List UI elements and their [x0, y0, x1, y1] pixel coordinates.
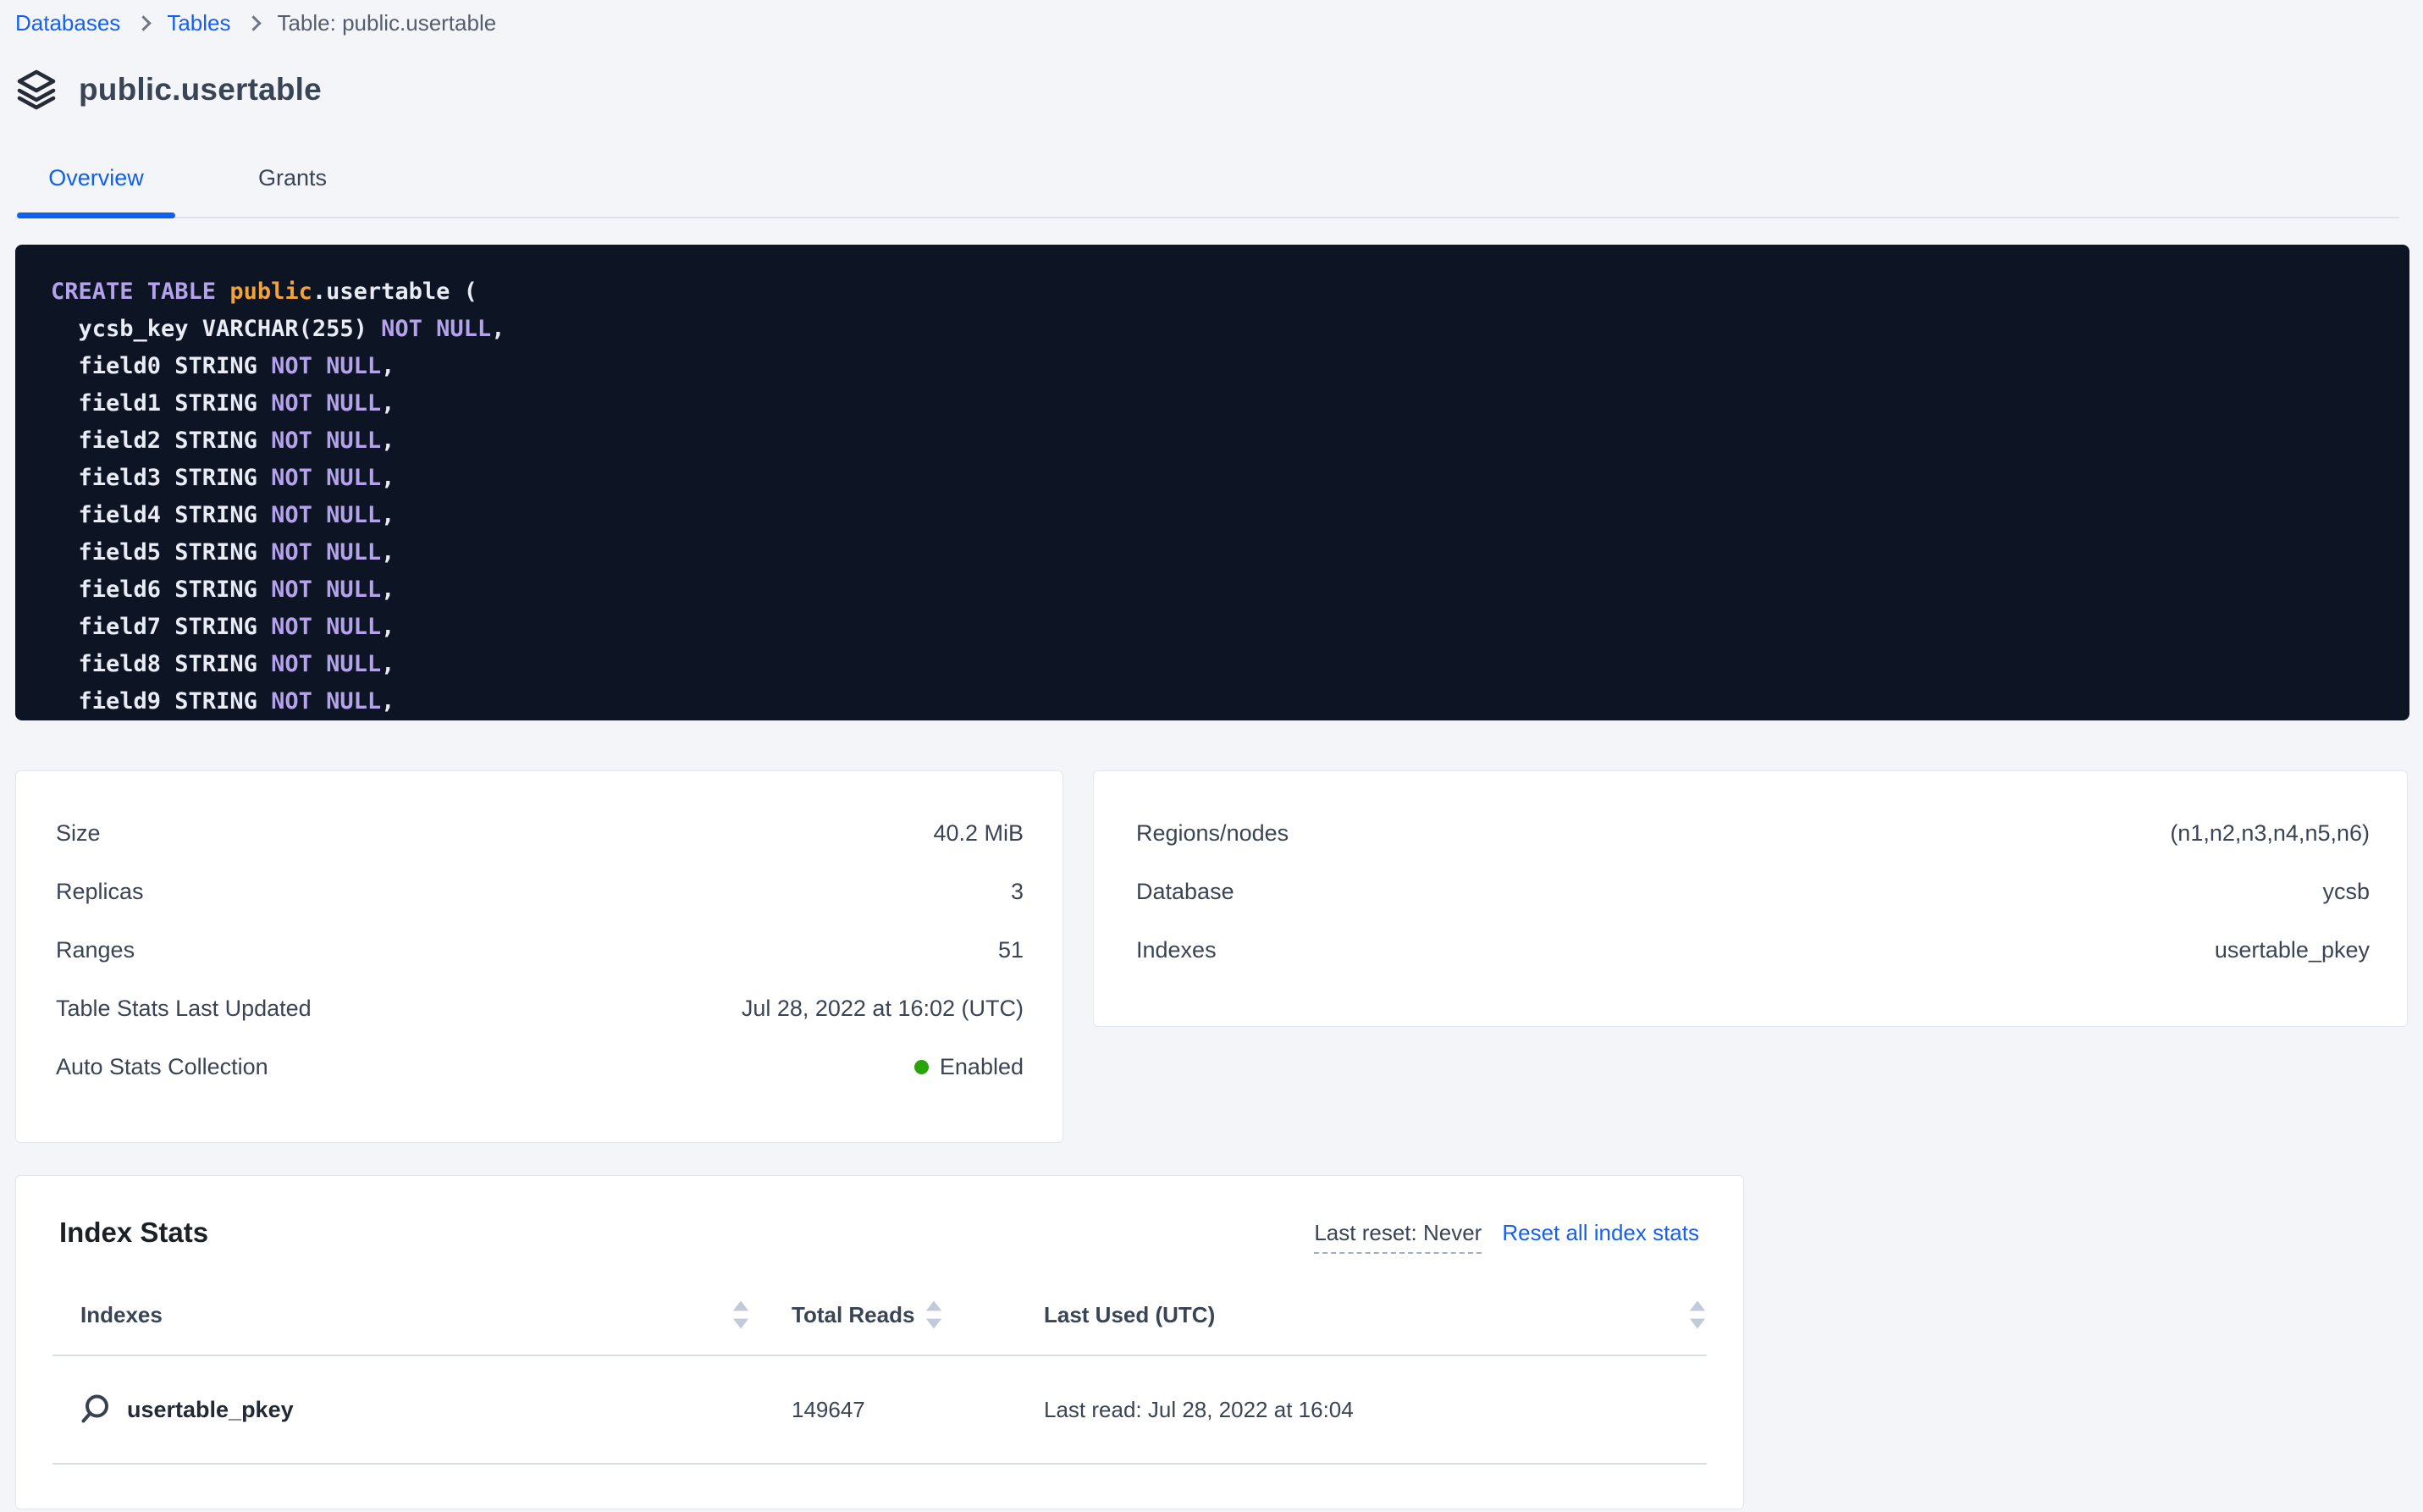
index-name-link[interactable]: usertable_pkey: [127, 1397, 294, 1423]
index-stats-table: Indexes Total Reads Last Used (UTC): [52, 1254, 1707, 1465]
stat-row-indexes: Indexes usertable_pkey: [1136, 935, 2370, 964]
row-cell-total-reads: 149647: [792, 1397, 1004, 1423]
index-stats-table-header: Indexes Total Reads Last Used (UTC): [52, 1254, 1707, 1356]
chevron-right-icon: [136, 15, 152, 30]
stat-label: Table Stats Last Updated: [56, 996, 312, 1022]
stat-row-stats-updated: Table Stats Last Updated Jul 28, 2022 at…: [56, 994, 1024, 1023]
stat-row-replicas: Replicas 3: [56, 877, 1024, 906]
total-reads-value: 149647: [792, 1397, 865, 1423]
tab-grants[interactable]: Grants: [258, 141, 327, 217]
header-cell-total-reads[interactable]: Total Reads: [792, 1298, 1004, 1332]
last-used-value: Last read: Jul 28, 2022 at 16:04: [1044, 1397, 1354, 1423]
column-label: Total Reads: [792, 1302, 914, 1328]
chevron-right-icon: [246, 15, 262, 30]
stat-label: Replicas: [56, 879, 144, 905]
index-stats-card: Index Stats Last reset: Never Reset all …: [15, 1175, 1744, 1509]
stat-label: Ranges: [56, 937, 135, 963]
table-stats-card: Size 40.2 MiB Replicas 3 Ranges 51 Table…: [15, 770, 1063, 1143]
column-label: Indexes: [80, 1302, 163, 1328]
stat-value: usertable_pkey: [2215, 937, 2370, 963]
stat-row-ranges: Ranges 51: [56, 935, 1024, 964]
stat-label: Regions/nodes: [1136, 820, 1289, 847]
stat-value: (n1,n2,n3,n4,n5,n6): [2170, 820, 2370, 847]
stat-value: 51: [998, 937, 1024, 963]
stat-value: Enabled: [914, 1054, 1024, 1080]
tab-bar: Overview Grants: [15, 141, 2399, 218]
index-stats-actions: Last reset: Never Reset all index stats: [1314, 1217, 1699, 1254]
page-title: public.usertable: [79, 72, 322, 108]
status-text: Enabled: [940, 1054, 1024, 1080]
stat-label: Indexes: [1136, 937, 1217, 963]
sort-icon[interactable]: [731, 1298, 750, 1332]
stat-label: Auto Stats Collection: [56, 1054, 268, 1080]
table-row: usertable_pkey 149647 Last read: Jul 28,…: [52, 1356, 1707, 1465]
magnifier-icon: [80, 1394, 109, 1425]
stat-label: Size: [56, 820, 101, 847]
sort-icon[interactable]: [924, 1298, 943, 1332]
create-table-statement: CREATE TABLE public.usertable ( ycsb_key…: [15, 245, 2409, 720]
stat-value: 3: [1011, 879, 1024, 905]
tab-grants-label: Grants: [258, 165, 327, 190]
row-cell-last-used: Last read: Jul 28, 2022 at 16:04: [1044, 1397, 1707, 1423]
breadcrumb-databases[interactable]: Databases: [15, 10, 120, 36]
stat-value: Jul 28, 2022 at 16:02 (UTC): [742, 996, 1024, 1022]
sql-code: CREATE TABLE public.usertable ( ycsb_key…: [51, 273, 2409, 720]
tab-overview[interactable]: Overview: [17, 141, 175, 217]
breadcrumb: Databases Tables Table: public.usertable: [0, 0, 2423, 36]
breadcrumb-tables[interactable]: Tables: [167, 10, 230, 36]
table-details-cards: Size 40.2 MiB Replicas 3 Ranges 51 Table…: [15, 770, 2408, 1143]
table-stack-icon: [15, 68, 58, 112]
stat-row-regions: Regions/nodes (n1,n2,n3,n4,n5,n6): [1136, 819, 2370, 847]
column-label: Last Used (UTC): [1044, 1302, 1215, 1328]
active-tab-indicator: [17, 212, 175, 218]
sort-icon[interactable]: [1688, 1298, 1707, 1332]
stat-row-size: Size 40.2 MiB: [56, 819, 1024, 847]
table-info-card: Regions/nodes (n1,n2,n3,n4,n5,n6) Databa…: [1093, 770, 2408, 1027]
status-enabled-dot-icon: [914, 1060, 929, 1074]
header-cell-last-used[interactable]: Last Used (UTC): [1044, 1298, 1707, 1332]
reset-index-stats-link[interactable]: Reset all index stats: [1502, 1220, 1699, 1246]
breadcrumb-current: Table: public.usertable: [277, 10, 496, 36]
index-stats-header: Index Stats Last reset: Never Reset all …: [16, 1176, 1743, 1254]
last-reset-label: Last reset: Never: [1314, 1220, 1482, 1254]
header-cell-indexes[interactable]: Indexes: [52, 1298, 750, 1332]
stat-row-database: Database ycsb: [1136, 877, 2370, 906]
row-cell-index-name: usertable_pkey: [52, 1394, 750, 1425]
page-title-row: public.usertable: [15, 68, 2423, 112]
stat-value: 40.2 MiB: [933, 820, 1024, 847]
stat-row-auto-stats: Auto Stats Collection Enabled: [56, 1052, 1024, 1081]
index-stats-title: Index Stats: [59, 1217, 208, 1249]
tab-overview-label: Overview: [48, 165, 144, 190]
stat-value: ycsb: [2322, 879, 2370, 905]
stat-label: Database: [1136, 879, 1234, 905]
